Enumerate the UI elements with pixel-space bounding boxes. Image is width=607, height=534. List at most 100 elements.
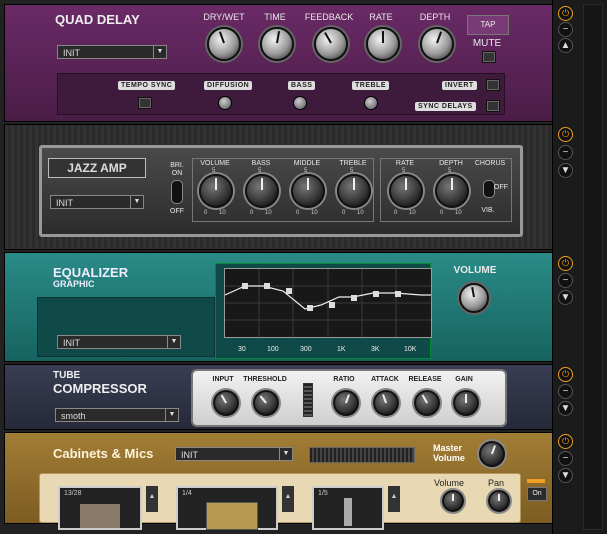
- eq-power-icon[interactable]: ⏻: [558, 256, 573, 271]
- amp-volume-knob[interactable]: [199, 174, 233, 208]
- chevron-down-icon: ▼: [153, 46, 166, 58]
- diffusion-knob[interactable]: [218, 96, 232, 110]
- comp-label-input: INPUT: [212, 376, 234, 383]
- compressor-preset-select[interactable]: smoth ▼: [55, 408, 179, 422]
- eq-display-frame: 30 100 300 1K 3K 10K: [215, 263, 432, 359]
- comp-input-knob[interactable]: [213, 390, 239, 416]
- amp-rate-knob[interactable]: [389, 174, 423, 208]
- eq-node[interactable]: [373, 291, 379, 297]
- bass-knob[interactable]: [293, 96, 307, 110]
- cab-pan-label: Pan: [488, 478, 505, 488]
- sync-delays-toggle[interactable]: [486, 100, 500, 112]
- chorus-off-label: OFF: [494, 184, 508, 191]
- delay-minimize-icon[interactable]: −: [558, 22, 573, 37]
- cab-volume-knob[interactable]: [442, 490, 464, 512]
- eq-node[interactable]: [351, 295, 357, 301]
- cabinet-slot-arrow[interactable]: ▲: [146, 486, 158, 512]
- eq-node[interactable]: [242, 283, 248, 289]
- eq-node[interactable]: [395, 291, 401, 297]
- bri-switch[interactable]: [171, 180, 183, 204]
- knob-label-feedback: FEEDBACK: [304, 12, 354, 22]
- comp-attack-knob[interactable]: [373, 390, 399, 416]
- cabinets-preset-select[interactable]: INIT ▼: [175, 447, 293, 461]
- comp-gain-knob[interactable]: [453, 390, 479, 416]
- tempo-sync-label: TEMPO SYNC: [118, 81, 176, 90]
- delay-move-up-icon[interactable]: ▲: [558, 38, 573, 53]
- amp-depth-knob[interactable]: [435, 174, 469, 208]
- depth-knob[interactable]: [420, 27, 454, 61]
- amp-middle-knob[interactable]: [291, 174, 325, 208]
- eq-minimize-icon[interactable]: −: [558, 273, 573, 288]
- amp-knob-label-volume: VOLUME: [200, 160, 230, 167]
- tone-section: VOLUME BASS MIDDLE TREBLE 5 5 5 5 0 10 0…: [192, 158, 374, 222]
- eq-node[interactable]: [307, 305, 313, 311]
- mute-toggle[interactable]: [482, 51, 496, 63]
- amp-knob-label-middle: MIDDLE: [293, 160, 321, 167]
- compressor-title: COMPRESSOR: [53, 381, 147, 396]
- tap-button[interactable]: TAP: [467, 15, 509, 35]
- cabinet-slot-index: 1/4: [182, 490, 192, 497]
- time-knob[interactable]: [260, 27, 294, 61]
- invert-toggle[interactable]: [486, 79, 500, 91]
- knob-label-depth: DEPTH: [419, 12, 451, 22]
- eq-curve-display[interactable]: [224, 268, 432, 338]
- amp-move-down-icon[interactable]: ▼: [558, 163, 573, 178]
- cab-power-icon[interactable]: ⏻: [558, 434, 573, 449]
- cab-pan-knob[interactable]: [488, 490, 510, 512]
- amp-treble-knob[interactable]: [337, 174, 371, 208]
- eq-node[interactable]: [286, 288, 292, 294]
- amp-knob-label-rate: RATE: [395, 160, 415, 167]
- cabinet-slot[interactable]: 13/28: [58, 486, 142, 530]
- eq-node[interactable]: [329, 302, 335, 308]
- eq-title: EQUALIZER: [53, 265, 129, 280]
- dry-wet-knob[interactable]: [207, 27, 241, 61]
- cabinet-slot-arrow[interactable]: ▲: [282, 486, 294, 512]
- eq-move-down-icon[interactable]: ▼: [558, 290, 573, 305]
- comp-release-knob[interactable]: [414, 390, 440, 416]
- cabinet-slot[interactable]: 1/4: [176, 486, 278, 530]
- amp-power-icon[interactable]: ⏻: [558, 127, 573, 142]
- comp-power-icon[interactable]: ⏻: [558, 367, 573, 382]
- bri-on-label: ON: [171, 170, 183, 177]
- cabinet-slot[interactable]: 1/5: [312, 486, 384, 530]
- cabinet-slot-arrow[interactable]: ▲: [388, 486, 400, 512]
- master-volume-knob[interactable]: [479, 441, 505, 467]
- eq-subtitle: GRAPHIC: [53, 279, 95, 289]
- eq-node[interactable]: [264, 283, 270, 289]
- eq-volume-knob[interactable]: [459, 283, 489, 313]
- comp-ratio-knob[interactable]: [333, 390, 359, 416]
- eq-preset-select[interactable]: INIT ▼: [57, 335, 181, 349]
- scale-min: 0: [250, 210, 254, 216]
- bass-label: BASS: [288, 81, 316, 90]
- jazz-amp-title: JAZZ AMP: [67, 161, 127, 175]
- cab-move-down-icon[interactable]: ▼: [558, 468, 573, 483]
- quad-delay-preset-value: INIT: [63, 48, 80, 58]
- quad-delay-preset-select[interactable]: INIT ▼: [57, 45, 167, 59]
- cab-minimize-icon[interactable]: −: [558, 451, 573, 466]
- cabinet-slot-index: 13/28: [64, 490, 82, 497]
- amp-bass-knob[interactable]: [245, 174, 279, 208]
- knob-label-dry-wet: DRY/WET: [203, 12, 245, 22]
- tempo-sync-toggle[interactable]: [138, 97, 152, 109]
- rack-scrollbar[interactable]: [583, 4, 603, 530]
- cabinet-slot-index: 1/5: [318, 490, 328, 497]
- bri-label: BRI.: [170, 162, 184, 169]
- sync-delays-label: SYNC DELAYS: [415, 102, 476, 111]
- comp-minimize-icon[interactable]: −: [558, 384, 573, 399]
- rate-knob[interactable]: [366, 27, 400, 61]
- cabinet-rack: 13/28 ▲ 1/4 ▲ 1/5 ▲ Volume Pan: [39, 473, 521, 530]
- jazz-amp-preset-select[interactable]: INIT ▼: [50, 195, 144, 209]
- treble-knob[interactable]: [364, 96, 378, 110]
- comp-threshold-knob[interactable]: [253, 390, 279, 416]
- amp-minimize-icon[interactable]: −: [558, 145, 573, 160]
- invert-label: INVERT: [442, 81, 477, 90]
- comp-label-threshold: THRESHOLD: [243, 376, 287, 383]
- treble-label: TREBLE: [352, 81, 389, 90]
- delay-power-icon[interactable]: ⏻: [558, 6, 573, 21]
- master-volume-label: Master Volume: [433, 443, 465, 463]
- cab-on-indicator: [527, 479, 545, 483]
- cabinet-image: [80, 504, 120, 528]
- feedback-knob[interactable]: [314, 27, 348, 61]
- comp-move-down-icon[interactable]: ▼: [558, 401, 573, 416]
- cab-on-button[interactable]: On: [527, 487, 547, 501]
